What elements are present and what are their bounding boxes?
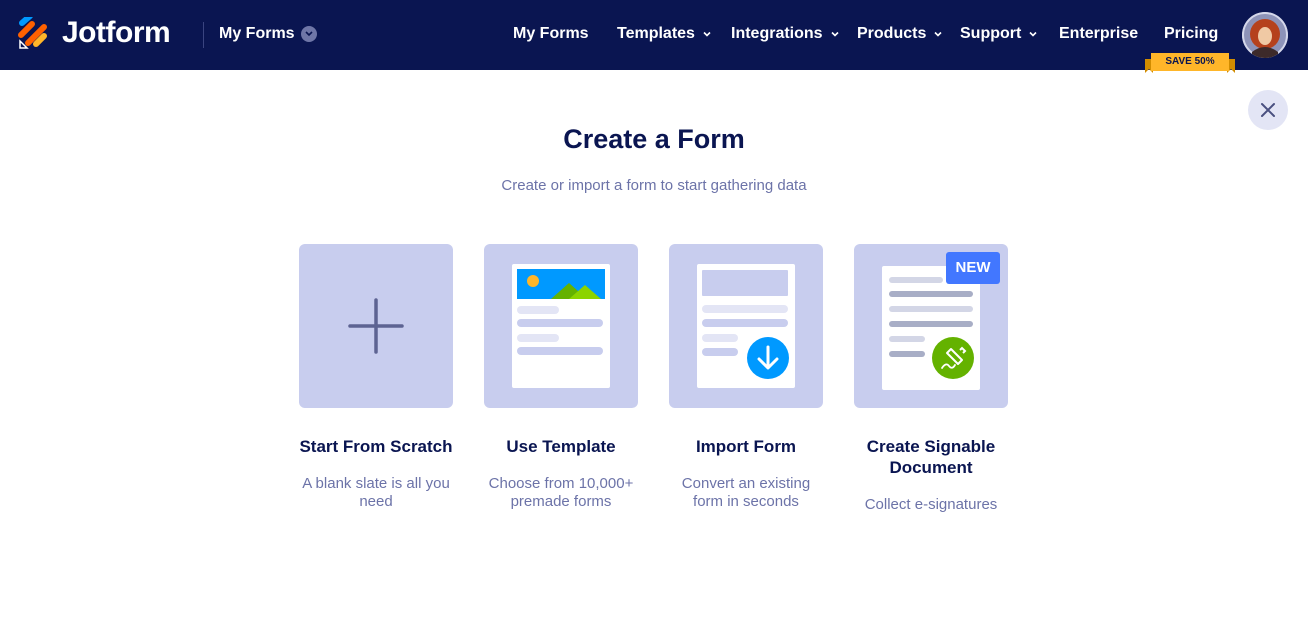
nav-item-integrations[interactable]: Integrations (731, 25, 840, 43)
start-from-scratch-tile[interactable] (299, 244, 453, 408)
image-landscape-icon (517, 269, 605, 299)
pen-nib-icon (932, 337, 974, 379)
text-line (889, 321, 973, 327)
top-navigation-bar: Jotform My Forms My Forms Templates Inte… (0, 0, 1308, 73)
use-template-tile[interactable] (484, 244, 638, 408)
option-description: Choose from 10,000+ premade forms (488, 475, 634, 510)
text-line (889, 306, 973, 312)
option-title: Import Form (695, 437, 797, 456)
chevron-down-icon (703, 31, 711, 37)
save-50-label: SAVE 50% (1165, 56, 1215, 67)
brand-divider (203, 22, 204, 48)
nav-item-pricing[interactable]: Pricing (1164, 25, 1218, 43)
close-icon (1261, 103, 1275, 117)
signable-document-illustration (882, 266, 980, 390)
chevron-down-icon (1029, 31, 1037, 37)
create-signable-document-tile[interactable]: NEW (854, 244, 1008, 408)
text-line (889, 336, 925, 342)
save-50-badge: SAVE 50% (1145, 53, 1235, 75)
avatar-image (1242, 12, 1288, 58)
nav-item-templates[interactable]: Templates (617, 25, 712, 43)
text-line (517, 347, 603, 355)
brand-name: Jotform (62, 16, 171, 49)
use-template-option[interactable]: Use Template Choose from 10,000+ premade… (484, 244, 638, 511)
option-description: A blank slate is all you need (302, 475, 450, 510)
page-title: Create a Form (563, 124, 745, 154)
option-description: Collect e-signatures (864, 496, 998, 513)
text-line (702, 305, 788, 313)
option-title: Create Signable Document (866, 437, 996, 477)
my-forms-dropdown-label: My Forms (219, 25, 295, 42)
nav-item-my-forms[interactable]: My Forms (513, 25, 589, 43)
nav-item-label: Enterprise (1059, 25, 1139, 42)
page-subtitle: Create or import a form to start gatheri… (501, 177, 807, 194)
text-line (517, 319, 603, 327)
chevron-down-icon (300, 26, 317, 42)
text-line (517, 334, 559, 342)
text-line (702, 334, 738, 342)
nav-item-support[interactable]: Support (960, 25, 1038, 43)
nav-item-label: Support (960, 25, 1022, 42)
import-form-tile[interactable] (669, 244, 823, 408)
user-avatar[interactable] (1242, 12, 1288, 58)
nav-item-label: Products (857, 25, 927, 42)
nav-item-label: Templates (617, 25, 695, 42)
jotform-logo[interactable]: Jotform (18, 16, 171, 49)
new-badge: NEW (946, 252, 1000, 284)
text-line (702, 348, 738, 356)
text-line (889, 291, 973, 297)
chevron-down-icon (830, 31, 839, 37)
start-from-scratch-option[interactable]: Start From Scratch A blank slate is all … (299, 244, 453, 511)
option-title: Use Template (506, 437, 616, 456)
chevron-down-icon (934, 31, 942, 37)
nav-item-label: Pricing (1164, 25, 1219, 42)
import-form-option[interactable]: Import Form Convert an existing form in … (669, 244, 823, 511)
import-preview-illustration (697, 264, 795, 388)
text-line (889, 277, 943, 283)
nav-item-label: Integrations (731, 25, 823, 42)
nav-item-enterprise[interactable]: Enterprise (1059, 25, 1138, 43)
option-description: Convert an existing form in seconds (681, 475, 811, 510)
nav-item-label: My Forms (513, 25, 589, 42)
text-line (702, 319, 788, 327)
create-signable-document-option[interactable]: NEW Create Signable Document Collect e-s… (839, 244, 1023, 514)
nav-item-products[interactable]: Products (857, 25, 943, 43)
header-block (702, 270, 788, 296)
option-title: Start From Scratch (299, 437, 453, 456)
text-line (889, 351, 925, 357)
plus-icon (348, 298, 404, 354)
text-line (517, 306, 559, 314)
template-preview-illustration (512, 264, 610, 388)
my-forms-dropdown[interactable]: My Forms (219, 25, 317, 43)
jotform-logo-icon (18, 17, 47, 49)
download-arrow-icon (747, 337, 789, 379)
